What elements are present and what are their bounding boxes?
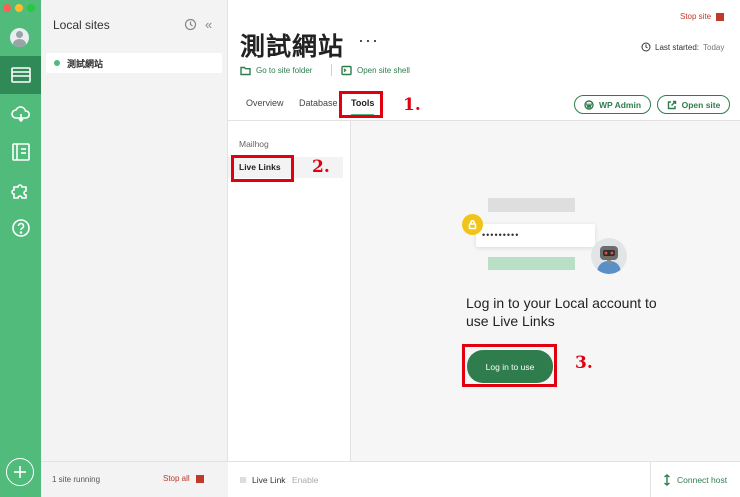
illustration-bar-green [488,257,575,270]
minimize-window-button[interactable] [15,4,23,12]
last-started: Last started: Today [641,42,724,52]
add-site-button[interactable] [6,458,34,486]
stop-all-label: Stop all [163,474,190,483]
addons-icon [10,184,27,199]
running-status-dot [54,60,60,66]
site-list-item[interactable]: 測試網站 [46,53,222,73]
status-bar: Live Link Enable Connect host [228,461,740,497]
connect-host-button[interactable]: Connect host [662,474,727,486]
page-title: 測試網站 [240,32,345,61]
zoom-window-button[interactable] [27,4,35,12]
illustration-bar [488,198,575,212]
sites-running-count: 1 site running [52,475,101,484]
help-icon [11,219,30,237]
stop-all-button[interactable]: Stop all [163,474,204,483]
icon-rail [0,0,41,497]
live-link-label: Live Link [252,475,286,485]
connect-host-label: Connect host [677,475,728,485]
stop-site-button[interactable]: Stop site [680,12,725,21]
last-started-label: Last started: [655,42,700,52]
window-controls [3,4,35,12]
sites-panel-title: Local sites [53,18,110,32]
last-started-value: Today [703,42,725,52]
sites-panel: Local sites « 測試網站 1 site running Stop a… [41,0,228,497]
sites-footer: 1 site running Stop all [41,461,228,497]
collapse-panel-icon[interactable]: « [205,17,218,32]
blueprint-icon [11,143,30,161]
rail-item-cloud[interactable] [0,95,41,133]
clock-icon [641,42,651,52]
open-site-button[interactable]: Open site [657,95,730,114]
stop-site-label: Stop site [680,12,712,21]
terminal-icon [341,65,352,76]
open-site-shell-label: Open site shell [357,66,410,75]
rail-item-blueprints[interactable] [0,133,41,171]
connect-icon [664,474,670,486]
annotation-step-3: 3. [575,353,593,373]
login-message: Log in to your Local account to use Live… [466,295,657,329]
live-link-enable-button[interactable]: Enable [292,475,318,485]
live-links-panel [351,121,740,461]
password-field-illustration: ••••••••• [476,224,595,247]
divider [650,462,651,497]
history-icon[interactable] [184,18,197,31]
rail-item-addons[interactable] [0,171,41,209]
rail-item-help[interactable] [0,209,41,247]
tools-item-mailhog[interactable]: Mailhog [228,134,343,155]
sites-icon [10,67,31,83]
lock-icon [462,214,483,235]
go-to-site-folder-label: Go to site folder [256,66,313,75]
avatar[interactable] [10,28,29,47]
tab-overview[interactable]: Overview [246,96,284,120]
external-link-icon [667,100,676,109]
tab-database[interactable]: Database [299,96,338,120]
wp-admin-button[interactable]: WP Admin [574,95,651,114]
more-options-button[interactable]: ··· [358,30,379,51]
stop-icon [195,474,204,483]
stop-icon [716,12,725,21]
annotation-box-login [462,344,557,387]
wp-admin-label: WP Admin [598,99,642,110]
annotation-step-1: 1. [403,95,421,115]
cloud-icon [10,106,30,123]
rail-item-sites[interactable] [0,56,41,94]
annotation-box-live-links [231,155,294,182]
robot-avatar-icon [591,238,627,274]
divider [331,64,332,76]
annotation-box-tools [339,91,383,118]
open-site-shell-link[interactable]: Open site shell [341,65,410,76]
site-name: 測試網站 [67,58,104,69]
plus-icon [14,466,26,478]
live-link-status-icon [240,477,246,483]
close-window-button[interactable] [3,4,11,12]
open-site-label: Open site [681,99,721,110]
wordpress-icon [584,99,594,110]
folder-icon [240,66,251,76]
go-to-site-folder-link[interactable]: Go to site folder [240,65,312,76]
annotation-step-2: 2. [312,157,330,177]
